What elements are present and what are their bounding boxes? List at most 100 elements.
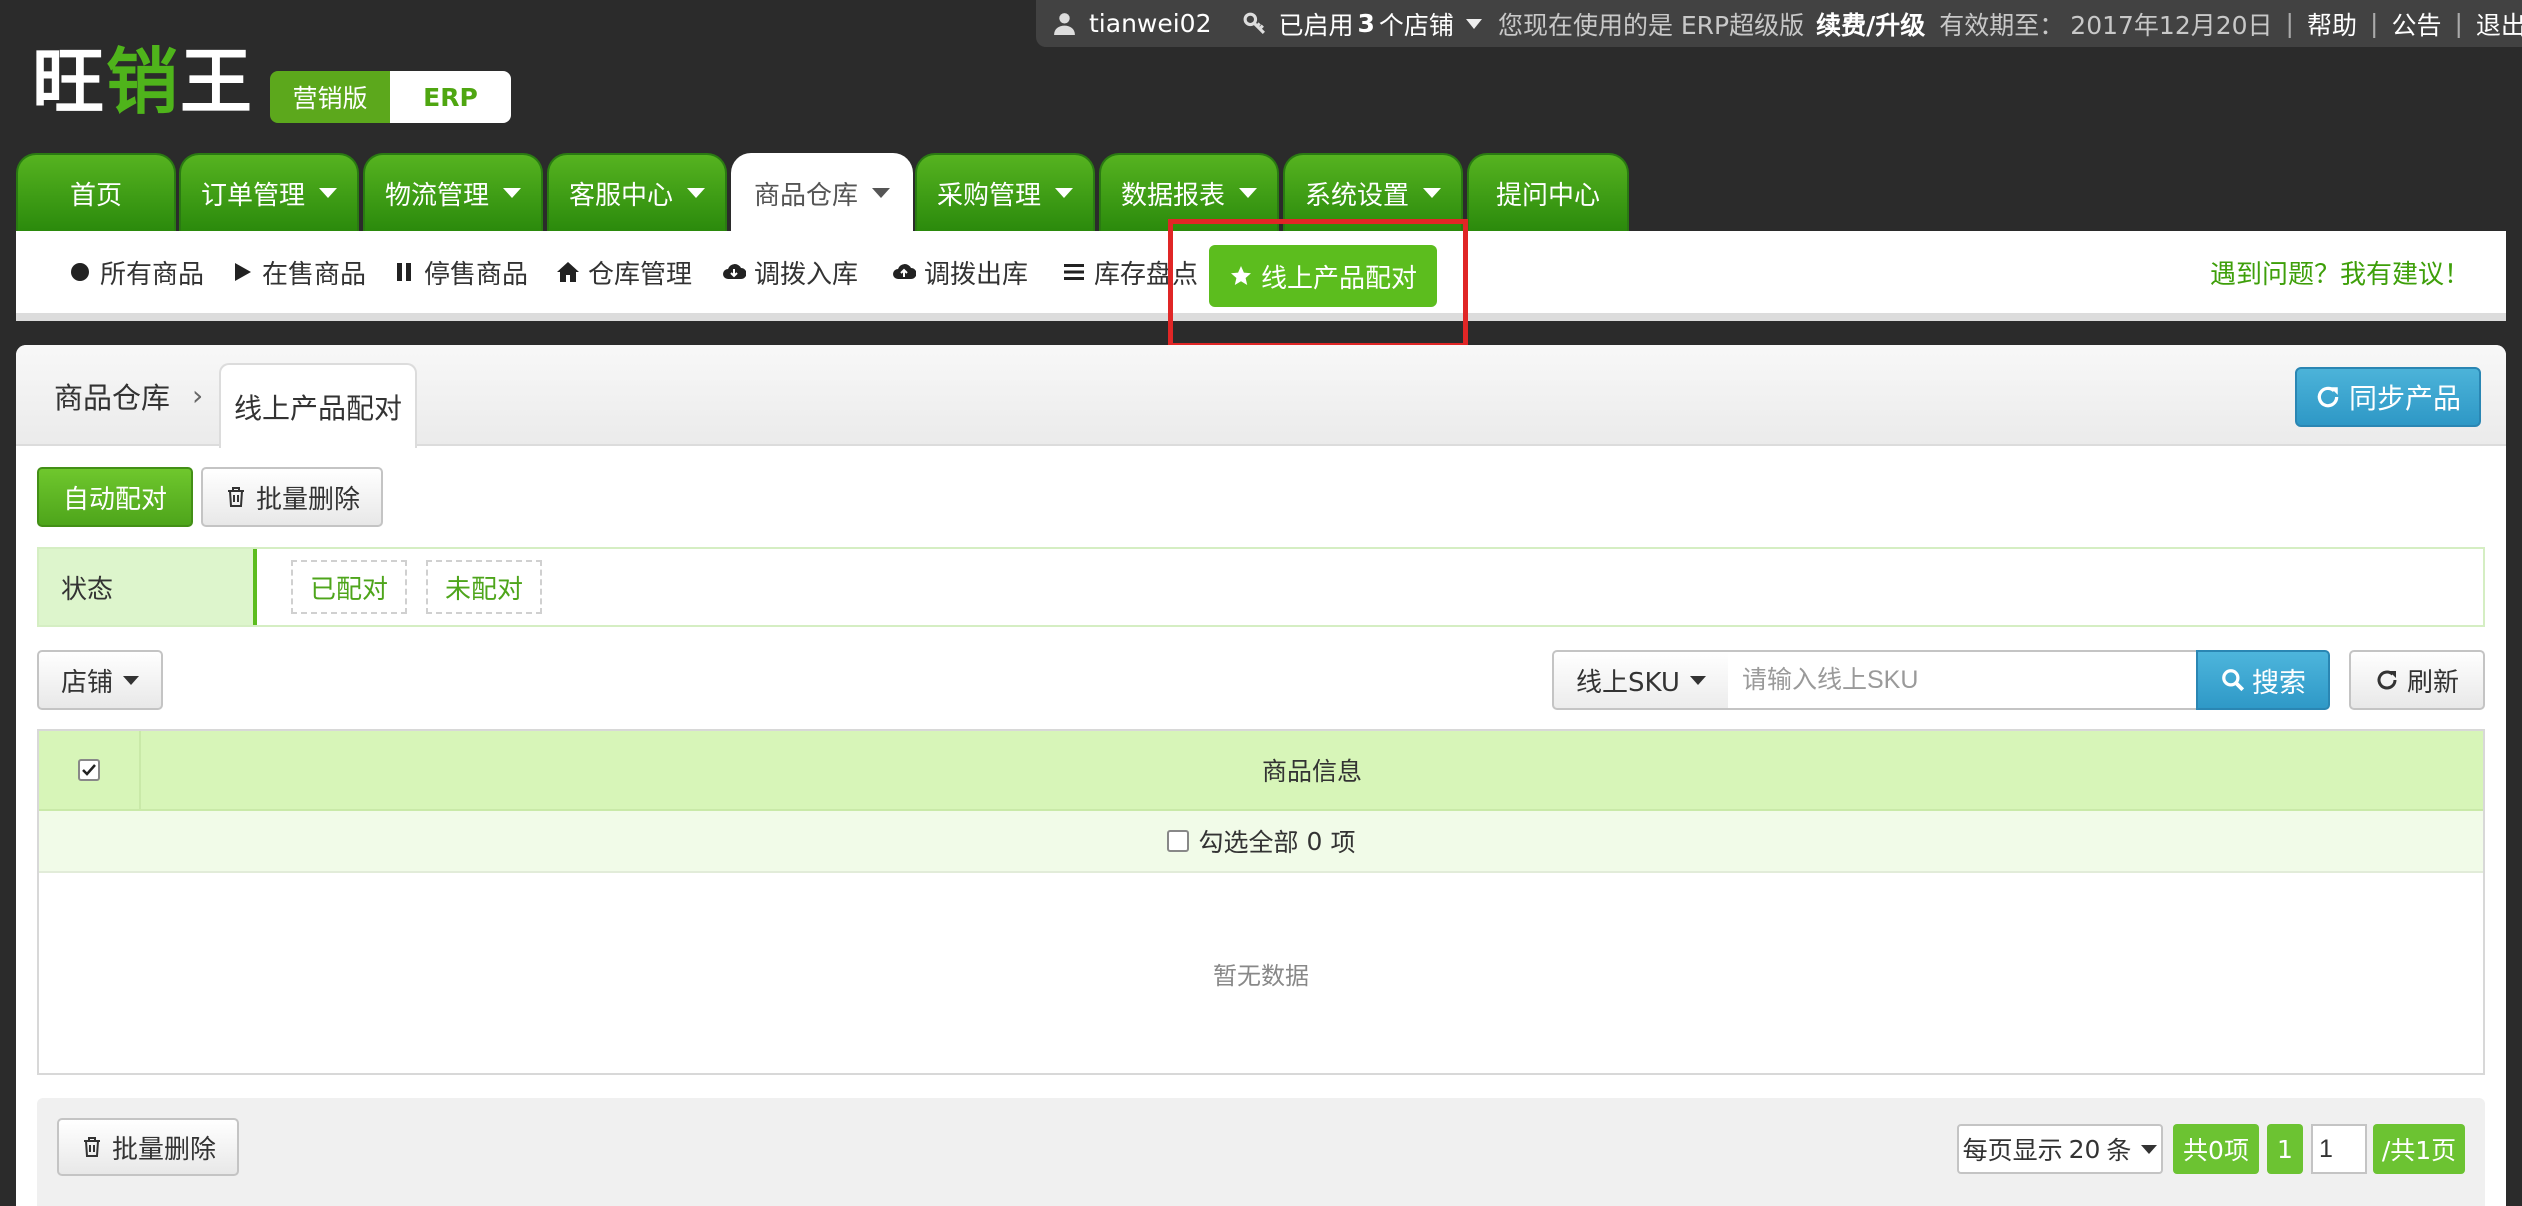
refresh-button[interactable]: 刷新 — [2349, 650, 2485, 710]
logo-char: 王 — [180, 40, 255, 124]
nav-label: 订单管理 — [200, 180, 305, 211]
sync-products-button[interactable]: 同步产品 — [2295, 367, 2481, 427]
subnav-all-products[interactable]: 所有商品 — [68, 231, 204, 313]
search-icon — [2222, 669, 2245, 692]
shop-dropdown[interactable]: 店铺 — [37, 650, 163, 710]
refresh-label: 刷新 — [2406, 667, 2459, 698]
chevron-right-icon: › — [192, 379, 204, 412]
select-all-row: 勾选全部 0 项 — [39, 811, 2483, 873]
logo[interactable]: 旺销王 — [32, 40, 254, 125]
subnav-label: 库存盘点 — [1094, 259, 1199, 290]
subnav-transfer-out[interactable]: 调拨出库 — [892, 231, 1028, 313]
status-filter: 状态 已配对 未配对 — [37, 547, 2485, 627]
subnav-stocktake[interactable]: 库存盘点 — [1062, 231, 1198, 313]
nav-reports[interactable]: 数据报表 — [1099, 153, 1279, 231]
header-checkbox[interactable] — [78, 759, 100, 781]
play-icon — [235, 263, 251, 281]
help-link[interactable]: 帮助 — [2307, 6, 2357, 42]
breadcrumb-root[interactable]: 商品仓库 › — [54, 345, 203, 446]
status-option-matched[interactable]: 已配对 — [291, 560, 407, 614]
logo-char: 销 — [106, 40, 181, 124]
product-table: 商品信息 勾选全部 0 项 暂无数据 — [37, 729, 2485, 1075]
status-option-unmatched[interactable]: 未配对 — [426, 560, 542, 614]
shops-suffix: 个店铺 — [1378, 10, 1454, 40]
shops-count: 3 — [1357, 9, 1375, 38]
subnav-label: 所有商品 — [100, 259, 205, 290]
expiry-date: 2017年12月20日 — [2070, 10, 2273, 40]
search-field-select[interactable]: 线上SKU — [1552, 650, 1730, 710]
sku-search-input[interactable] — [1728, 650, 2198, 710]
subnav-discontinued[interactable]: 停售商品 — [392, 231, 528, 313]
page-size-select[interactable]: 每页显示 20 条 — [1957, 1124, 2163, 1174]
top-user-bar: tianwei02 已启用 3 个店铺 您现在使用的是 ERP超级版 续费/升级… — [1036, 0, 2522, 47]
nav-label: 提问中心 — [1495, 180, 1600, 211]
renew-link[interactable]: 续费/升级 — [1816, 6, 1925, 42]
subnav-warehouse-mgmt[interactable]: 仓库管理 — [556, 231, 692, 313]
version-text: 您现在使用的是 ERP超级版 — [1497, 10, 1805, 40]
auto-match-button[interactable]: 自动配对 — [37, 467, 193, 527]
batch-delete-button[interactable]: 批量删除 — [201, 467, 383, 527]
select-all-checkbox[interactable] — [1166, 830, 1189, 852]
nav-purchasing[interactable]: 采购管理 — [915, 153, 1095, 231]
caret-down-icon — [1055, 188, 1073, 198]
search-field-label: 线上SKU — [1576, 667, 1680, 698]
header-checkbox-cell — [39, 731, 141, 809]
breadcrumb-current[interactable]: 线上产品配对 — [219, 363, 417, 448]
empty-state: 暂无数据 — [1213, 961, 1309, 990]
separator: | — [2285, 9, 2294, 38]
main-panel: 商品仓库 › 线上产品配对 同步产品 自动配对 批量删除 状态 已配对 未配对 … — [16, 345, 2506, 1206]
subnav-online-matching[interactable]: 线上产品配对 — [1209, 245, 1438, 307]
subnav-on-sale[interactable]: 在售商品 — [230, 231, 366, 313]
edition-erp[interactable]: ERP — [390, 71, 511, 123]
username[interactable]: tianwei02 — [1089, 9, 1212, 38]
nav-faq[interactable]: 提问中心 — [1467, 153, 1629, 231]
auto-match-label: 自动配对 — [62, 484, 167, 515]
caret-down-icon — [1239, 188, 1257, 198]
logo-char: 旺 — [32, 40, 107, 124]
chevron-down-icon — [1465, 18, 1482, 29]
nav-logistics[interactable]: 物流管理 — [363, 153, 543, 231]
notice-link[interactable]: 公告 — [2391, 6, 2441, 42]
expiry-label: 有效期至： — [1939, 10, 2065, 40]
nav-customer-service[interactable]: 客服中心 — [547, 153, 727, 231]
nav-label: 物流管理 — [384, 180, 489, 211]
user-icon — [1054, 13, 1075, 35]
subnav-transfer-in[interactable]: 调拨入库 — [722, 231, 858, 313]
nav-label: 采购管理 — [936, 180, 1041, 211]
nav-orders[interactable]: 订单管理 — [179, 153, 359, 231]
selected-count: 0 — [1306, 826, 1323, 856]
nav-home[interactable]: 首页 — [16, 153, 176, 231]
caret-down-icon — [503, 188, 521, 198]
batch-delete-label: 批量删除 — [255, 484, 360, 515]
shop-dropdown-label: 店铺 — [60, 667, 113, 698]
nav-label: 客服中心 — [568, 180, 673, 211]
shops-status[interactable]: 已启用 3 个店铺 — [1279, 6, 1498, 42]
suggest-link[interactable]: 遇到问题？我有建议！ — [2210, 231, 2470, 313]
column-product-info: 商品信息 — [1261, 757, 1362, 786]
caret-down-icon — [1689, 675, 1706, 685]
search-button-label: 搜索 — [2252, 667, 2306, 699]
caret-down-icon — [319, 188, 337, 198]
cloud-upload-icon — [893, 264, 916, 279]
nav-warehouse[interactable]: 商品仓库 — [731, 153, 913, 231]
caret-down-icon — [2141, 1144, 2158, 1154]
logout-link[interactable]: 退出 — [2476, 6, 2522, 42]
page-number-input[interactable] — [2311, 1124, 2367, 1174]
circle-icon — [71, 263, 89, 281]
edition-switch: 营销版 ERP — [270, 71, 511, 123]
current-page-button[interactable]: 1 — [2267, 1124, 2303, 1174]
subnav-label: 线上产品配对 — [1261, 263, 1418, 294]
status-filter-label: 状态 — [39, 549, 257, 625]
home-icon — [557, 262, 579, 282]
star-icon — [1231, 266, 1251, 285]
refresh-icon — [2317, 386, 2339, 408]
total-pages-button[interactable]: /共1页 — [2373, 1124, 2465, 1174]
nav-label: 商品仓库 — [753, 180, 858, 211]
search-button[interactable]: 搜索 — [2196, 650, 2330, 710]
edition-marketing[interactable]: 营销版 — [270, 71, 390, 123]
trash-icon — [227, 487, 244, 507]
subnav-label: 调拨入库 — [754, 259, 859, 290]
nav-settings[interactable]: 系统设置 — [1283, 153, 1463, 231]
footer-batch-delete-button[interactable]: 批量删除 — [57, 1118, 239, 1176]
separator: | — [2454, 9, 2463, 38]
